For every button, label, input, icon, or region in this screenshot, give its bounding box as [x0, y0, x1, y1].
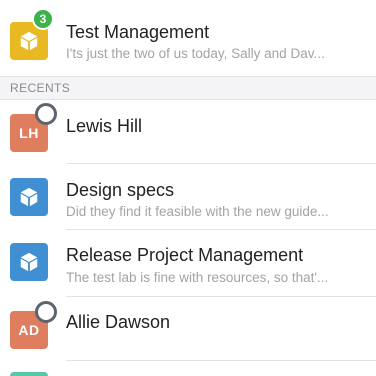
presence-indicator: [35, 103, 57, 125]
conversation-title: Release Project Management: [66, 245, 304, 265]
conversation-test-management[interactable]: 3 Test Management I'ts just the two of u…: [0, 0, 376, 76]
conversation-allie-dawson[interactable]: AD Allie Dawson: [0, 297, 376, 361]
unread-badge: 3: [32, 8, 54, 30]
conversation-preview: The test lab is fine with resources, so …: [66, 270, 329, 285]
avatar-initials: LH: [19, 125, 39, 141]
avatar-initials: AD: [18, 322, 40, 338]
cube-icon: [20, 31, 38, 51]
conversation-title: Test Management: [66, 22, 210, 42]
row-divider: [66, 360, 376, 361]
next-avatar-partial: [10, 372, 48, 376]
conversation-title: Lewis Hill: [66, 116, 143, 136]
conversation-preview: Did they find it feasible with the new g…: [66, 204, 329, 219]
conversation-title: Allie Dawson: [66, 312, 171, 332]
room-avatar: [10, 243, 48, 281]
presence-indicator: [35, 301, 57, 323]
conversation-preview: I'ts just the two of us today, Sally and…: [66, 46, 325, 61]
room-avatar: [10, 178, 48, 216]
cube-icon: [20, 252, 38, 272]
conversation-title: Design specs: [66, 180, 175, 200]
conversation-release-project-management[interactable]: Release Project Management The test lab …: [0, 230, 376, 297]
section-title: RECENTS: [10, 81, 71, 95]
cube-icon: [20, 187, 38, 207]
conversation-lewis-hill[interactable]: LH Lewis Hill: [0, 101, 376, 164]
recents-section-header: RECENTS: [0, 76, 376, 100]
conversation-design-specs[interactable]: Design specs Did they find it feasible w…: [0, 164, 376, 230]
